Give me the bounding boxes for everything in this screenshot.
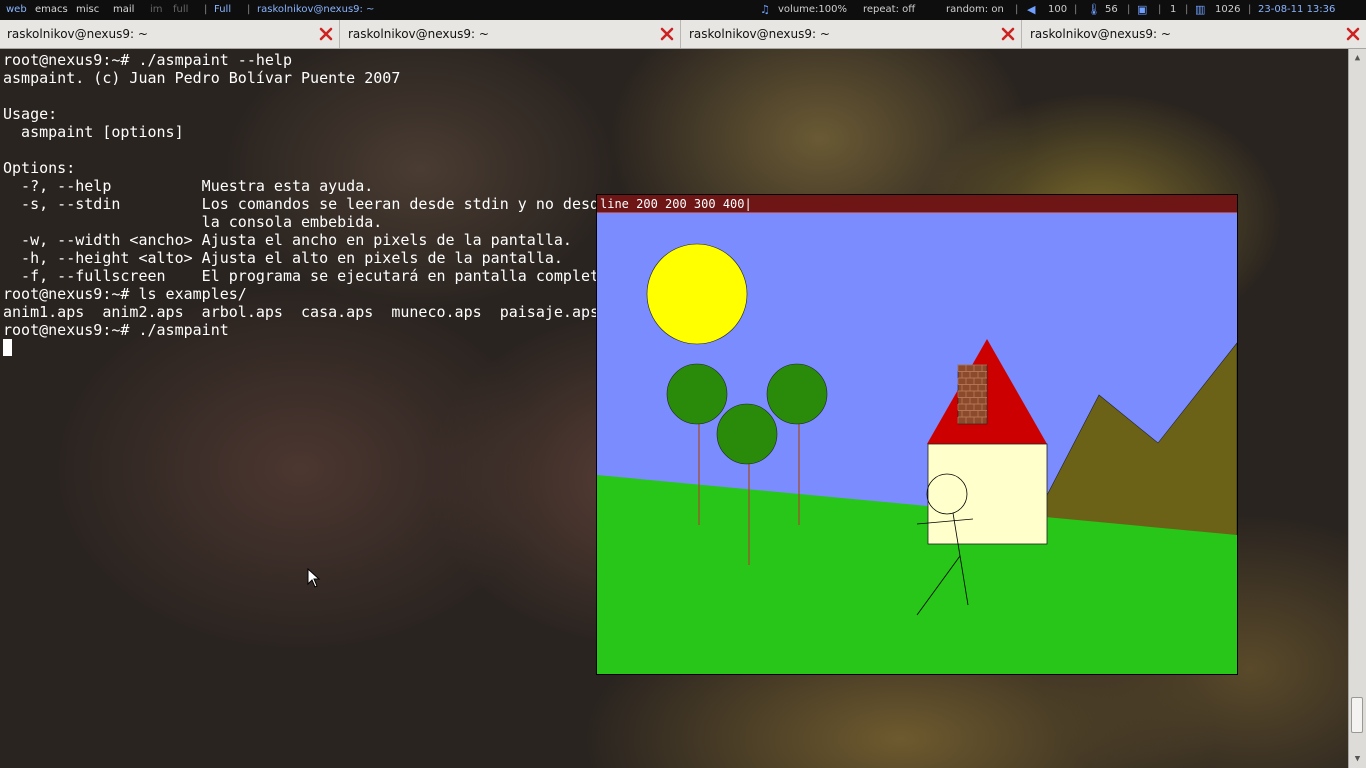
command-console[interactable]: line 200 200 300 400| bbox=[597, 195, 1237, 213]
terminal-line: -?, --help Muestra esta ayuda. bbox=[3, 177, 374, 195]
terminal-line: -f, --fullscreen El programa se ejecutar… bbox=[3, 267, 618, 285]
separator: | bbox=[1185, 4, 1189, 15]
mouse-pointer-icon bbox=[307, 568, 321, 588]
sun bbox=[646, 243, 748, 345]
tree-crown bbox=[666, 363, 728, 425]
repeat-status: repeat: off bbox=[863, 4, 916, 15]
cpu-icon: ▣ bbox=[1137, 3, 1148, 16]
layout-indicator[interactable]: Full bbox=[214, 0, 231, 20]
separator: | bbox=[1158, 4, 1162, 15]
tag-full[interactable]: full bbox=[173, 0, 188, 20]
clock: 23-08-11 13:36 bbox=[1258, 4, 1336, 15]
memory-icon: ▥ bbox=[1195, 3, 1206, 16]
separator: | bbox=[1127, 4, 1131, 15]
separator: | bbox=[204, 4, 208, 15]
tree-crown bbox=[716, 403, 778, 465]
tag-im[interactable]: im bbox=[150, 0, 163, 20]
tag-misc[interactable]: misc bbox=[76, 0, 99, 20]
terminal-line: asmpaint. (c) Juan Pedro Bolívar Puente … bbox=[3, 69, 401, 87]
memory-value: 1026 bbox=[1215, 4, 1241, 15]
scrollbar-thumb[interactable] bbox=[1351, 697, 1363, 733]
terminal-line: root@nexus9:~# ./asmpaint bbox=[3, 321, 229, 339]
terminal-line: -s, --stdin Los comandos se leeran desde… bbox=[3, 195, 609, 213]
close-icon[interactable] bbox=[1346, 27, 1360, 41]
terminal-line: Usage: bbox=[3, 105, 58, 123]
separator: | bbox=[247, 4, 251, 15]
terminal-output: root@nexus9:~# ./asmpaint --help asmpain… bbox=[3, 51, 617, 339]
terminal-tab-4[interactable]: raskolnikov@nexus9: ~ bbox=[1023, 20, 1366, 48]
terminal-line: Options: bbox=[3, 159, 76, 177]
terminal-line: anim1.aps anim2.aps arbol.aps casa.aps m… bbox=[3, 303, 600, 321]
cpu-value: 1 bbox=[1170, 4, 1177, 15]
text-cursor bbox=[3, 339, 12, 356]
tag-web[interactable]: web bbox=[6, 0, 27, 20]
terminal-scrollbar[interactable]: ▲ ▼ bbox=[1348, 49, 1366, 768]
random-status: random: on bbox=[946, 4, 1004, 15]
close-icon[interactable] bbox=[319, 27, 333, 41]
status-bar: web emacs misc mail im full | Full | ras… bbox=[0, 0, 1366, 20]
asmpaint-window[interactable]: line 200 200 300 400| bbox=[596, 194, 1238, 675]
tab-label: raskolnikov@nexus9: ~ bbox=[1030, 27, 1171, 41]
command-input[interactable]: line 200 200 300 400| bbox=[600, 197, 752, 211]
temperature-value: 56 bbox=[1105, 4, 1118, 15]
scroll-up-arrow-icon[interactable]: ▲ bbox=[1351, 51, 1364, 65]
tag-mail[interactable]: mail bbox=[113, 0, 134, 20]
tag-emacs[interactable]: emacs bbox=[35, 0, 68, 20]
scroll-down-arrow-icon[interactable]: ▼ bbox=[1351, 752, 1364, 766]
paint-canvas[interactable] bbox=[597, 213, 1237, 674]
terminal-line: -h, --height <alto> Ajusta el alto en pi… bbox=[3, 249, 563, 267]
close-icon[interactable] bbox=[660, 27, 674, 41]
thermometer-icon: 🌡 bbox=[1087, 3, 1101, 16]
tree-crown bbox=[766, 363, 828, 425]
active-window-title: raskolnikov@nexus9: ~ bbox=[257, 4, 375, 15]
tab-label: raskolnikov@nexus9: ~ bbox=[689, 27, 830, 41]
power-plug-icon: ◀ bbox=[1027, 3, 1036, 16]
battery-value: 100 bbox=[1048, 4, 1068, 15]
separator: | bbox=[1074, 4, 1078, 15]
volume-status: volume:100% bbox=[778, 4, 848, 15]
terminal-tab-2[interactable]: raskolnikov@nexus9: ~ bbox=[341, 20, 681, 48]
terminal-line: -w, --width <ancho> Ajusta el ancho en p… bbox=[3, 231, 572, 249]
terminal-tab-1[interactable]: raskolnikov@nexus9: ~ bbox=[0, 20, 340, 48]
music-note-icon: ♫ bbox=[760, 3, 770, 16]
terminal-line: asmpaint [options] bbox=[3, 123, 184, 141]
tab-label: raskolnikov@nexus9: ~ bbox=[7, 27, 148, 41]
tab-label: raskolnikov@nexus9: ~ bbox=[348, 27, 489, 41]
separator: | bbox=[1015, 4, 1019, 15]
terminal-line: root@nexus9:~# ls examples/ bbox=[3, 285, 247, 303]
separator: | bbox=[1248, 4, 1252, 15]
terminal-line: root@nexus9:~# ./asmpaint --help bbox=[3, 51, 292, 69]
terminal-tab-bar: raskolnikov@nexus9: ~ raskolnikov@nexus9… bbox=[0, 20, 1366, 49]
terminal-line: la consola embebida. bbox=[3, 213, 383, 231]
house-body bbox=[927, 443, 1048, 545]
close-icon[interactable] bbox=[1001, 27, 1015, 41]
terminal-tab-3[interactable]: raskolnikov@nexus9: ~ bbox=[682, 20, 1022, 48]
